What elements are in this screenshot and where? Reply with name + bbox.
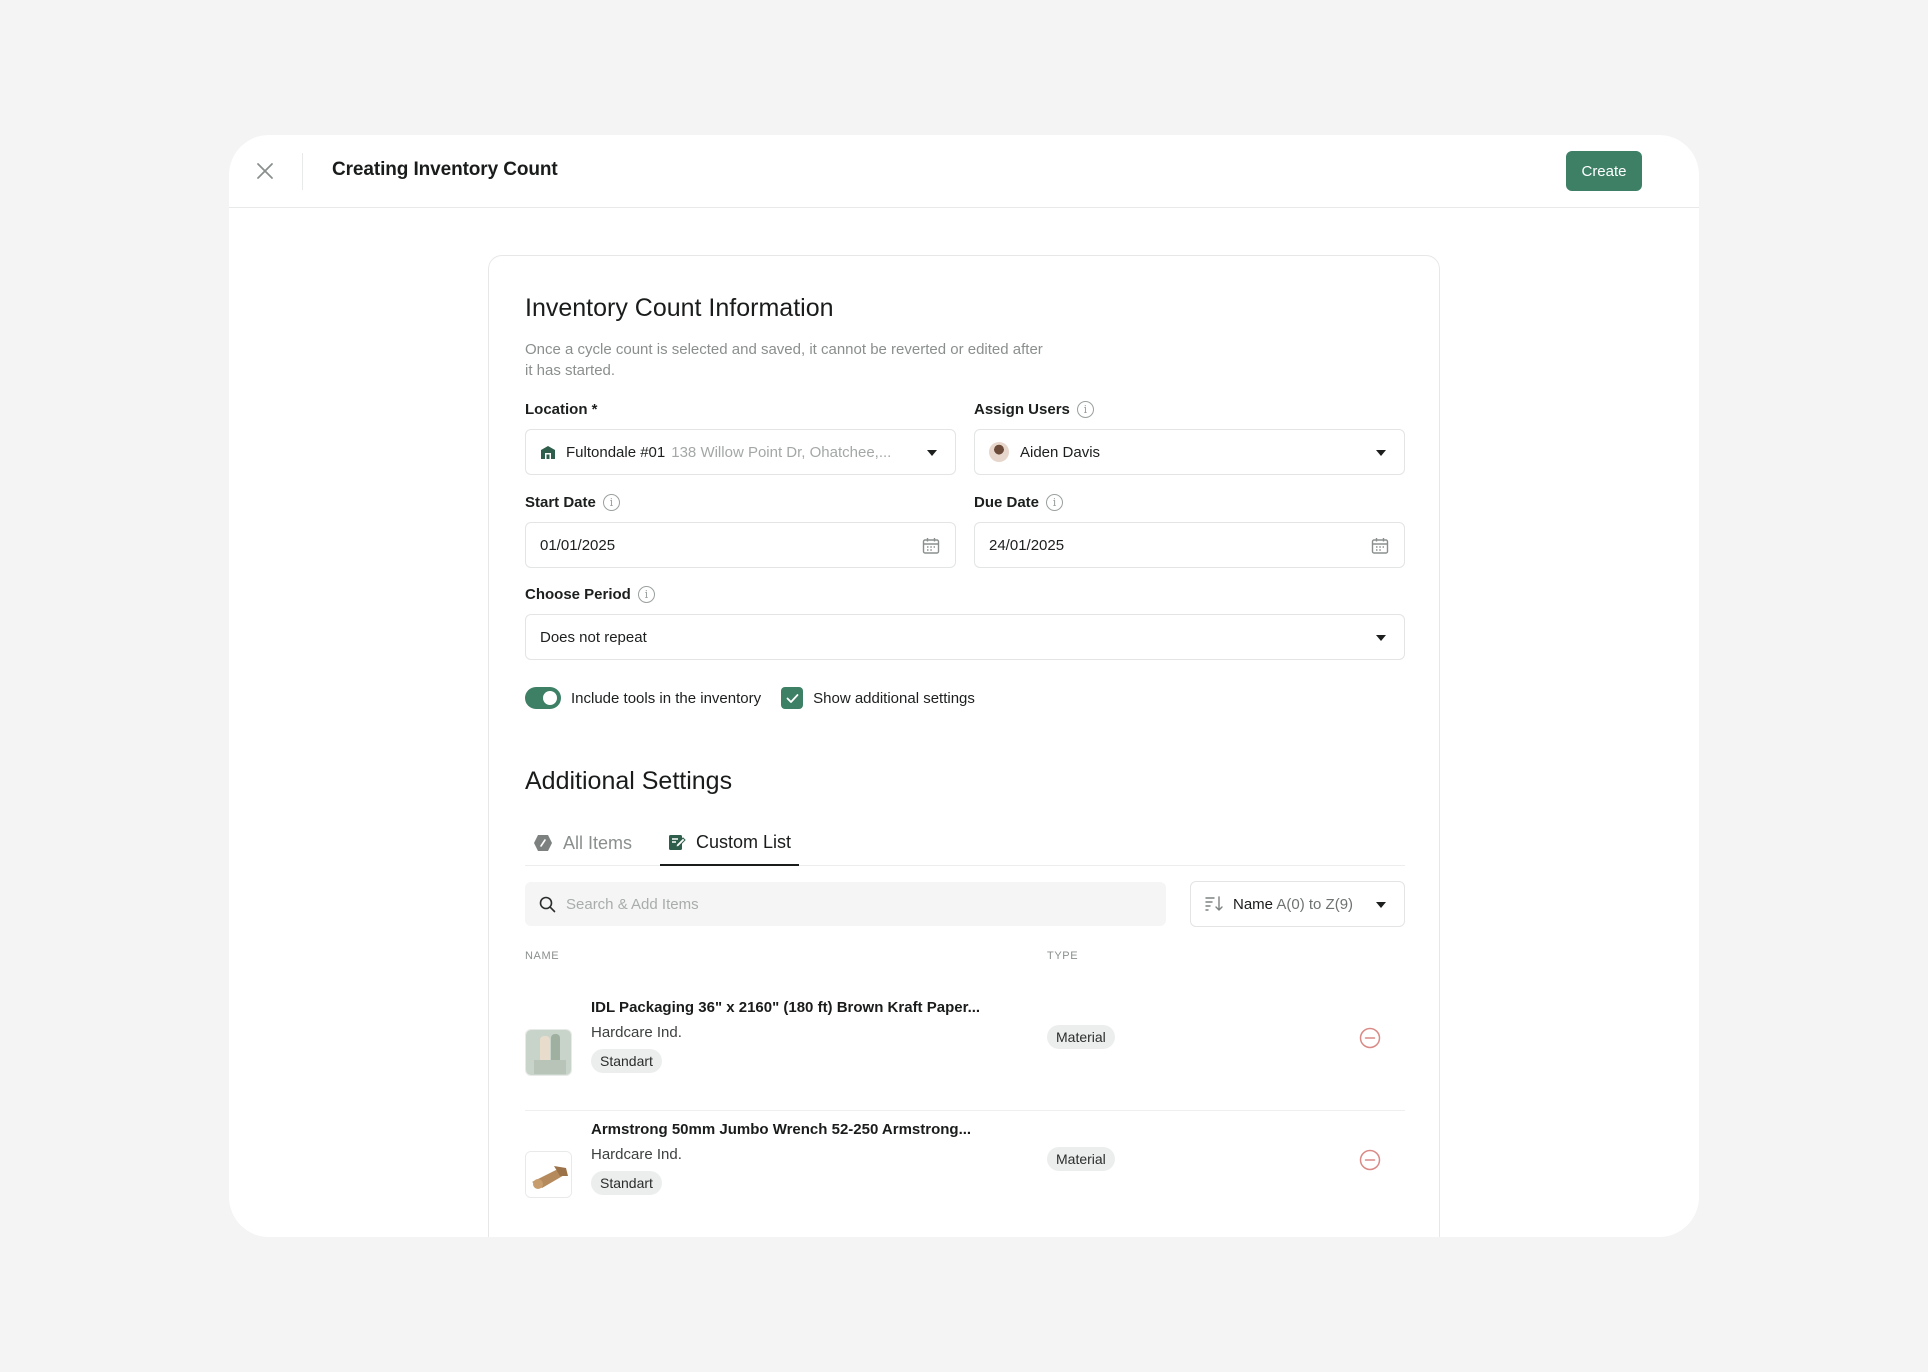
period-value: Does not repeat xyxy=(540,628,647,646)
chevron-down-icon xyxy=(927,450,937,456)
item-tag: Standart xyxy=(591,1049,662,1073)
assign-users-label: Assign Users i xyxy=(974,401,1094,418)
item-vendor: Hardcare Ind. xyxy=(591,1024,682,1041)
sort-field: Name xyxy=(1233,895,1274,913)
start-date-field[interactable]: 01/01/2025 xyxy=(525,522,956,568)
location-label: Location * xyxy=(525,401,598,418)
column-header-type: TYPE xyxy=(1047,950,1079,962)
type-badge: Material xyxy=(1047,1147,1115,1171)
search-icon xyxy=(539,896,556,912)
include-tools-toggle[interactable] xyxy=(525,687,561,709)
location-name: Fultondale #01 xyxy=(566,443,666,461)
modal-window: Creating Inventory Count Create Inventor… xyxy=(229,135,1699,1237)
type-badge: Material xyxy=(1047,1025,1115,1049)
item-name: IDL Packaging 36" x 2160" (180 ft) Brown… xyxy=(591,999,981,1016)
calendar-icon[interactable] xyxy=(921,536,941,556)
remove-item-button[interactable] xyxy=(1359,1149,1381,1171)
item-name: Armstrong 50mm Jumbo Wrench 52-250 Armst… xyxy=(591,1121,972,1138)
start-date-label: Start Date i xyxy=(525,494,620,511)
due-date-value: 24/01/2025 xyxy=(989,536,1065,554)
remove-icon xyxy=(1359,1149,1381,1171)
assign-users-select[interactable]: Aiden Davis xyxy=(974,429,1405,475)
assigned-user-name: Aiden Davis xyxy=(1020,443,1101,461)
page-title: Creating Inventory Count xyxy=(332,159,558,180)
item-thumbnail xyxy=(525,1029,572,1076)
chevron-down-icon xyxy=(1376,635,1386,641)
remove-icon xyxy=(1359,1027,1381,1049)
table-row: IDL Packaging 36" x 2160" (180 ft) Brown… xyxy=(525,999,1405,1111)
tab-bar: All Items Custom List xyxy=(525,820,1405,866)
due-date-label: Due Date i xyxy=(974,494,1064,511)
chevron-down-icon xyxy=(1376,450,1386,456)
info-icon[interactable]: i xyxy=(1076,401,1094,418)
tab-all-items[interactable]: All Items xyxy=(525,820,640,866)
sort-order: A(0) to Z(9) xyxy=(1276,895,1354,913)
table-row: Armstrong 50mm Jumbo Wrench 52-250 Armst… xyxy=(525,1121,1405,1233)
show-additional-label: Show additional settings xyxy=(813,689,975,707)
hexagon-tag-icon xyxy=(534,835,552,851)
warehouse-icon xyxy=(540,445,556,460)
search-input[interactable] xyxy=(566,895,1152,913)
info-icon[interactable]: i xyxy=(637,586,655,603)
due-date-field[interactable]: 24/01/2025 xyxy=(974,522,1405,568)
edit-list-icon xyxy=(669,835,686,850)
column-header-name: NAME xyxy=(525,950,560,962)
info-icon[interactable]: i xyxy=(602,494,620,511)
item-search xyxy=(525,882,1166,926)
start-date-value: 01/01/2025 xyxy=(540,536,616,554)
info-icon[interactable]: i xyxy=(1046,494,1064,511)
period-select[interactable]: Does not repeat xyxy=(525,614,1405,660)
sort-select[interactable]: Name A(0) to Z(9) xyxy=(1190,881,1405,927)
section-description: Once a cycle count is selected and saved… xyxy=(525,341,1043,379)
options-row: Include tools in the inventory Show addi… xyxy=(525,687,975,709)
remove-item-button[interactable] xyxy=(1359,1027,1381,1049)
item-tag: Standart xyxy=(591,1171,662,1195)
create-button[interactable]: Create xyxy=(1566,151,1642,191)
top-bar: Creating Inventory Count Create xyxy=(229,135,1699,208)
include-tools-label: Include tools in the inventory xyxy=(571,689,762,707)
check-icon xyxy=(786,693,799,703)
location-address: 138 Willow Point Dr, Ohatchee,... xyxy=(671,443,892,461)
avatar xyxy=(989,442,1009,462)
form-card: Inventory Count Information Once a cycle… xyxy=(488,255,1440,1237)
item-vendor: Hardcare Ind. xyxy=(591,1146,682,1163)
close-icon xyxy=(257,163,273,179)
tab-custom-list[interactable]: Custom List xyxy=(660,820,800,866)
calendar-icon[interactable] xyxy=(1370,536,1390,556)
additional-settings-title: Additional Settings xyxy=(525,767,733,795)
divider xyxy=(302,153,303,190)
close-button[interactable] xyxy=(253,159,277,183)
sort-icon xyxy=(1205,896,1223,911)
location-select[interactable]: Fultondale #01 138 Willow Point Dr, Ohat… xyxy=(525,429,956,475)
item-thumbnail xyxy=(525,1151,572,1198)
chevron-down-icon xyxy=(1376,902,1386,908)
section-title: Inventory Count Information xyxy=(525,294,834,322)
show-additional-checkbox[interactable] xyxy=(781,687,804,709)
period-label: Choose Period i xyxy=(525,586,655,603)
